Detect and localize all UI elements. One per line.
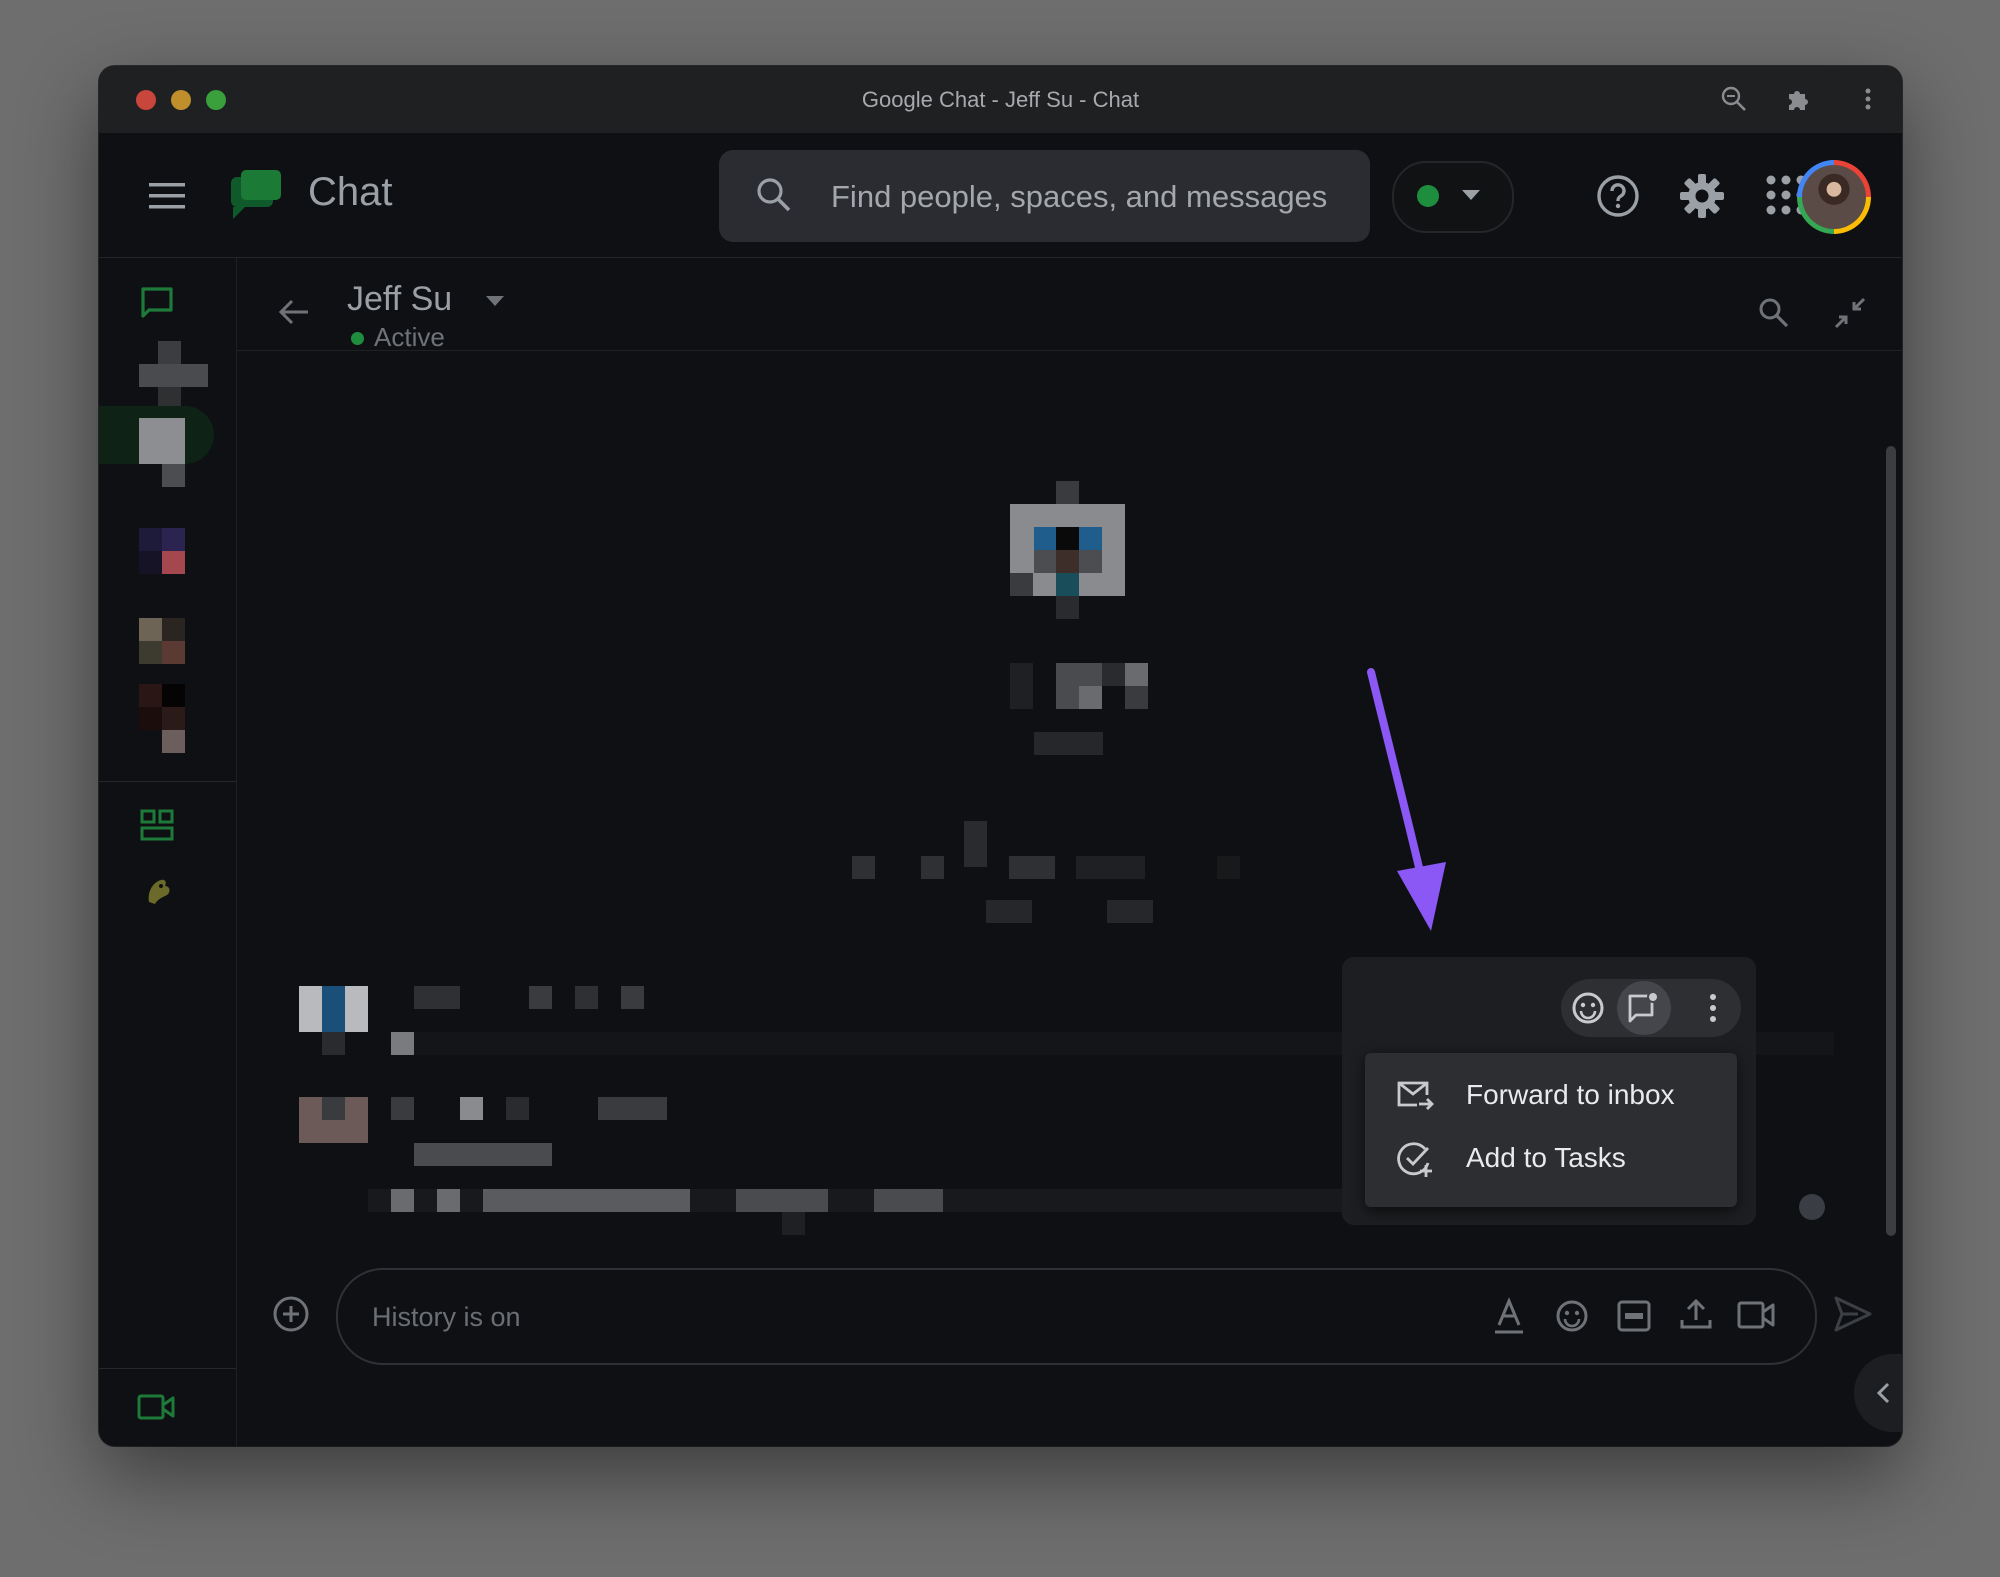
- message-options-menu: Forward to inbox Add to Tasks: [1365, 1053, 1737, 1207]
- contact-avatar-part: [139, 707, 162, 730]
- forward-to-inbox-icon: [1397, 1081, 1434, 1110]
- extensions-icon[interactable]: [1783, 84, 1813, 114]
- search-icon: [757, 178, 791, 212]
- message-scrollbar[interactable]: [1886, 446, 1896, 1236]
- contact-avatar[interactable]: [158, 341, 181, 364]
- add-to-tasks-icon: [1397, 1142, 1432, 1177]
- video-meeting-icon[interactable]: [1736, 1298, 1776, 1332]
- search-bar[interactable]: [719, 150, 1370, 242]
- app-bot-icon[interactable]: [141, 874, 175, 908]
- conversation-title[interactable]: Jeff Su: [347, 280, 452, 319]
- read-receipt-avatar: [1799, 1194, 1825, 1220]
- menu-item-add-to-tasks[interactable]: Add to Tasks: [1365, 1128, 1737, 1190]
- contact-avatar-part: [162, 464, 185, 487]
- collapse-icon[interactable]: [1832, 295, 1868, 331]
- status-selector[interactable]: [1392, 161, 1514, 233]
- window-title: Google Chat - Jeff Su - Chat: [861, 87, 1140, 112]
- google-chat-logo-icon: [231, 170, 281, 219]
- account-avatar[interactable]: [1797, 160, 1871, 234]
- status-dot-icon: [1417, 185, 1439, 207]
- navigation-rail: [99, 258, 237, 1446]
- side-panel-toggle[interactable]: [1854, 1354, 1902, 1432]
- main-menu-icon[interactable]: [148, 180, 186, 212]
- contact-avatar-selected[interactable]: [139, 418, 185, 464]
- spaces-nav-icon[interactable]: [139, 807, 175, 843]
- contact-avatar-part: [139, 551, 162, 574]
- contact-avatar-part: [162, 684, 185, 707]
- menu-item-forward-to-inbox[interactable]: Forward to inbox: [1365, 1065, 1737, 1127]
- text-format-icon[interactable]: [1492, 1297, 1526, 1335]
- message-action-bar: [1561, 979, 1741, 1037]
- contact-avatar-part: [162, 528, 185, 551]
- chevron-down-icon[interactable]: [484, 294, 506, 308]
- chevron-left-icon: [1876, 1382, 1890, 1404]
- search-input[interactable]: [829, 150, 1353, 242]
- add-reaction-icon[interactable]: [1569, 989, 1607, 1027]
- contact-avatar-part: [162, 551, 185, 574]
- thread-reply-icon: [1628, 991, 1659, 1023]
- contact-avatar-part: [162, 730, 185, 753]
- message-input[interactable]: [370, 1270, 1374, 1365]
- app-brand-name: Chat: [308, 170, 393, 214]
- contact-avatar[interactable]: [139, 684, 162, 707]
- meet-video-icon[interactable]: [136, 1391, 176, 1423]
- back-arrow-icon[interactable]: [277, 297, 311, 327]
- reply-in-thread-button[interactable]: [1617, 981, 1671, 1035]
- gif-icon[interactable]: [1616, 1298, 1652, 1334]
- search-in-chat-icon[interactable]: [1757, 296, 1791, 330]
- more-options-icon[interactable]: [1698, 989, 1728, 1027]
- contact-avatar[interactable]: [139, 618, 162, 641]
- rail-divider: [99, 781, 236, 782]
- contact-avatar-part: [139, 364, 208, 387]
- annotation-arrow-icon: [1367, 668, 1446, 931]
- contact-avatar[interactable]: [139, 528, 162, 551]
- browser-zoom-icon[interactable]: [1719, 84, 1749, 114]
- presence-status: Active: [374, 322, 445, 352]
- browser-menu-icon[interactable]: [1853, 84, 1883, 114]
- send-icon[interactable]: [1832, 1294, 1874, 1334]
- menu-item-label: Add to Tasks: [1466, 1142, 1626, 1173]
- contact-avatar-part: [162, 707, 185, 730]
- chevron-down-icon: [1462, 190, 1480, 200]
- add-attachment-icon[interactable]: [271, 1294, 311, 1334]
- emoji-icon[interactable]: [1554, 1298, 1590, 1334]
- app-window: Google Chat - Jeff Su - Chat Chat Find p…: [99, 66, 1902, 1446]
- rail-divider: [99, 1368, 236, 1369]
- upload-file-icon[interactable]: [1678, 1296, 1714, 1332]
- menu-item-label: Forward to inbox: [1466, 1079, 1675, 1110]
- profile-photo: [1802, 165, 1866, 229]
- message-composer[interactable]: [336, 1268, 1817, 1365]
- settings-gear-icon[interactable]: [1678, 172, 1726, 220]
- contact-avatar-part: [162, 618, 185, 641]
- presence-dot-icon: [351, 332, 364, 345]
- contact-avatar-part: [139, 641, 162, 664]
- help-icon[interactable]: [1595, 173, 1641, 219]
- window-titlebar: Google Chat - Jeff Su - Chat: [99, 66, 1902, 134]
- chat-nav-icon[interactable]: [139, 285, 175, 321]
- contact-avatar-part: [162, 641, 185, 664]
